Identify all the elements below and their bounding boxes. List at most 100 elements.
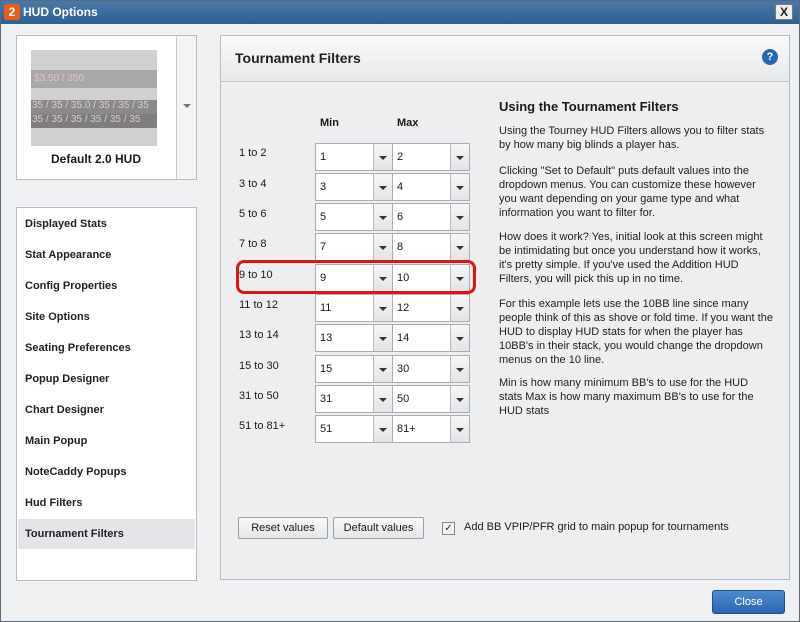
sidebar-item-popup-designer[interactable]: Popup Designer: [18, 364, 195, 394]
chevron-down-icon: [379, 216, 387, 220]
info-paragraph: For this example lets use the 10BB line …: [499, 298, 773, 366]
dropdown-button[interactable]: [373, 386, 392, 412]
filter-row-label: 31 to 50: [239, 390, 279, 402]
min-value: 1: [320, 151, 327, 163]
dropdown-button[interactable]: [373, 325, 392, 351]
chevron-down-icon: [379, 186, 387, 190]
info-title: Using the Tournament Filters: [499, 99, 679, 114]
dropdown-button[interactable]: [450, 144, 469, 170]
max-value: 50: [397, 393, 410, 405]
options-sidebar: Displayed Stats Stat Appearance Config P…: [16, 207, 197, 581]
sidebar-item-tournament-filters[interactable]: Tournament Filters: [18, 519, 195, 549]
max-dropdown[interactable]: 2: [392, 143, 470, 171]
sidebar-item-stat-appearance[interactable]: Stat Appearance: [18, 240, 195, 270]
default-values-button[interactable]: Default values: [333, 517, 424, 539]
max-dropdown[interactable]: 8: [392, 233, 470, 261]
max-column-header: Max: [397, 117, 419, 129]
sidebar-item-site-options[interactable]: Site Options: [18, 302, 195, 332]
dropdown-button[interactable]: [450, 204, 469, 230]
window-close-button[interactable]: X: [775, 4, 793, 20]
reset-values-button[interactable]: Reset values: [238, 517, 328, 539]
max-value: 4: [397, 181, 404, 193]
min-column-header: Min: [320, 117, 339, 129]
min-value: 51: [320, 423, 333, 435]
dropdown-button[interactable]: [450, 295, 469, 321]
max-dropdown[interactable]: 12: [392, 294, 470, 322]
filter-row-label: 3 to 4: [239, 178, 267, 190]
min-dropdown[interactable]: 11: [315, 294, 393, 322]
min-dropdown[interactable]: 13: [315, 324, 393, 352]
dropdown-button[interactable]: [373, 174, 392, 200]
sidebar-item-hud-filters[interactable]: Hud Filters: [18, 488, 195, 518]
bb-vpip-pfr-checkbox[interactable]: ✓: [442, 522, 455, 535]
chevron-down-icon: [379, 368, 387, 372]
dropdown-button[interactable]: [373, 234, 392, 260]
dropdown-button[interactable]: [373, 144, 392, 170]
dropdown-button[interactable]: [373, 295, 392, 321]
highlight-annotation: [236, 260, 476, 294]
bb-vpip-pfr-checkbox-label: Add BB VPIP/PFR grid to main popup for t…: [464, 521, 729, 533]
dropdown-button[interactable]: [450, 416, 469, 442]
help-icon[interactable]: ?: [762, 49, 778, 65]
app-logo-icon: 2: [4, 4, 20, 20]
sidebar-item-displayed-stats[interactable]: Displayed Stats: [18, 209, 195, 239]
dropdown-button[interactable]: [450, 386, 469, 412]
sidebar-item-config-properties[interactable]: Config Properties: [18, 271, 195, 301]
dropdown-button[interactable]: [450, 325, 469, 351]
filter-row-label: 13 to 14: [239, 329, 279, 341]
min-value: 7: [320, 241, 327, 253]
min-dropdown[interactable]: 31: [315, 385, 393, 413]
close-button[interactable]: Close: [712, 590, 785, 614]
max-dropdown[interactable]: 4: [392, 173, 470, 201]
min-dropdown[interactable]: 3: [315, 173, 393, 201]
dropdown-button[interactable]: [450, 234, 469, 260]
max-value: 12: [397, 302, 410, 314]
dropdown-button[interactable]: [450, 356, 469, 382]
max-dropdown[interactable]: 81+: [392, 415, 470, 443]
max-value: 30: [397, 363, 410, 375]
chevron-down-icon: [183, 104, 191, 108]
chevron-down-icon: [379, 246, 387, 250]
preview-stat-row: 35 / 35 / 35.0 / 35 / 35 / 35: [31, 100, 157, 114]
chevron-down-icon: [379, 156, 387, 160]
max-dropdown[interactable]: 50: [392, 385, 470, 413]
dropdown-button[interactable]: [450, 174, 469, 200]
tournament-filters-panel: Tournament Filters ? Min Max 1 to 2 1 2 …: [220, 35, 790, 580]
hud-preview-dropdown-button[interactable]: [176, 36, 196, 179]
filter-row-label: 51 to 81+: [239, 420, 286, 432]
min-dropdown[interactable]: 15: [315, 355, 393, 383]
sidebar-item-main-popup[interactable]: Main Popup: [18, 426, 195, 456]
hud-options-window: 2 HUD Options X $3.50 / 350 35 / 35 / 35…: [0, 0, 800, 622]
sidebar-item-seating-preferences[interactable]: Seating Preferences: [18, 333, 195, 363]
min-value: 13: [320, 332, 333, 344]
dropdown-button[interactable]: [373, 204, 392, 230]
info-paragraph: Min is how many minimum BB's to use for …: [499, 377, 754, 417]
min-value: 3: [320, 181, 327, 193]
min-dropdown[interactable]: 7: [315, 233, 393, 261]
info-paragraph: Clicking "Set to Default" puts default v…: [499, 165, 756, 219]
min-dropdown[interactable]: 51: [315, 415, 393, 443]
info-paragraph: Using the Tourney HUD Filters allows you…: [499, 125, 765, 151]
chevron-down-icon: [456, 307, 464, 311]
max-dropdown[interactable]: 6: [392, 203, 470, 231]
dropdown-button[interactable]: [373, 356, 392, 382]
chevron-down-icon: [456, 398, 464, 402]
max-dropdown[interactable]: 14: [392, 324, 470, 352]
sidebar-item-chart-designer[interactable]: Chart Designer: [18, 395, 195, 425]
max-value: 2: [397, 151, 404, 163]
sidebar-item-notecaddy-popups[interactable]: NoteCaddy Popups: [18, 457, 195, 487]
preview-stat-row: 35 / 35 / 35 / 35 / 35 / 35: [31, 114, 157, 128]
page-title: Tournament Filters: [235, 50, 361, 66]
chevron-down-icon: [456, 246, 464, 250]
chevron-down-icon: [456, 216, 464, 220]
dropdown-button[interactable]: [373, 416, 392, 442]
window-title: HUD Options: [23, 5, 98, 19]
min-value: 11: [320, 302, 332, 314]
max-dropdown[interactable]: 30: [392, 355, 470, 383]
min-dropdown[interactable]: 1: [315, 143, 393, 171]
max-value: 14: [397, 332, 410, 344]
min-dropdown[interactable]: 5: [315, 203, 393, 231]
hud-preview-selector[interactable]: $3.50 / 350 35 / 35 / 35.0 / 35 / 35 / 3…: [16, 35, 197, 180]
max-value: 6: [397, 211, 404, 223]
chevron-down-icon: [379, 337, 387, 341]
